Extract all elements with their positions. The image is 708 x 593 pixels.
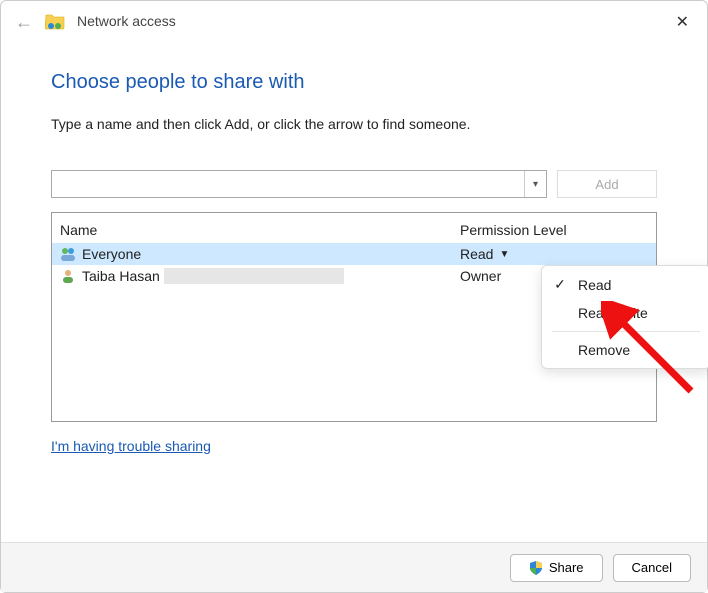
- col-header-name[interactable]: Name: [60, 222, 460, 238]
- share-label: Share: [549, 560, 584, 575]
- titlebar: ← Network access: [1, 1, 707, 41]
- col-header-perm[interactable]: Permission Level: [460, 222, 648, 238]
- menu-item-remove[interactable]: Remove: [542, 336, 708, 364]
- redacted-area: [164, 268, 344, 284]
- share-button[interactable]: Share: [510, 554, 603, 582]
- window-title: Network access: [77, 13, 176, 29]
- person-input[interactable]: [52, 171, 524, 197]
- person-combobox[interactable]: ▾: [51, 170, 547, 198]
- content-area: Choose people to share with Type a name …: [1, 41, 707, 454]
- group-icon: [60, 246, 76, 262]
- row-name: Taiba Hasan: [82, 268, 160, 284]
- share-table: Name Permission Level Everyone Read ▼ Ta…: [51, 212, 657, 422]
- check-icon: ✓: [552, 276, 568, 293]
- back-arrow-icon[interactable]: ←: [15, 11, 33, 31]
- dialog-footer: Share Cancel: [1, 542, 707, 592]
- close-button[interactable]: ✕: [676, 15, 689, 31]
- menu-item-read[interactable]: ✓ Read: [542, 270, 708, 299]
- menu-label: Read: [578, 277, 611, 293]
- page-heading: Choose people to share with: [51, 71, 657, 94]
- row-name: Everyone: [82, 246, 141, 262]
- table-row[interactable]: Everyone Read ▼: [52, 243, 656, 265]
- permission-cell[interactable]: Read ▼: [460, 246, 648, 262]
- trouble-sharing-link[interactable]: I'm having trouble sharing: [51, 438, 211, 454]
- add-button[interactable]: Add: [557, 170, 657, 198]
- chevron-down-icon[interactable]: ▾: [524, 171, 546, 197]
- folder-share-icon: [45, 12, 65, 30]
- user-icon: [60, 268, 76, 284]
- permission-menu: ✓ Read Read/Write Remove: [541, 265, 708, 369]
- cancel-button[interactable]: Cancel: [613, 554, 691, 582]
- shield-icon: [529, 561, 543, 575]
- table-header: Name Permission Level: [52, 213, 656, 243]
- menu-item-readwrite[interactable]: Read/Write: [542, 299, 708, 327]
- chevron-down-icon: ▼: [499, 249, 509, 260]
- menu-separator: [552, 331, 700, 332]
- menu-label: Remove: [578, 342, 630, 358]
- menu-label: Read/Write: [578, 305, 648, 321]
- page-subtext: Type a name and then click Add, or click…: [51, 116, 657, 132]
- add-person-row: ▾ Add: [51, 170, 657, 198]
- row-perm: Read: [460, 246, 493, 262]
- row-perm: Owner: [460, 268, 501, 284]
